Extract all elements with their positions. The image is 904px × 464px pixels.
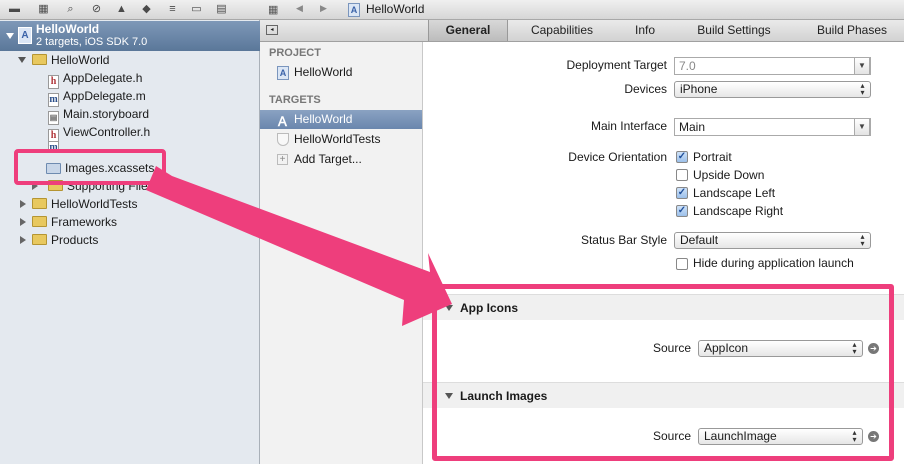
annotation-arrow bbox=[146, 166, 452, 326]
pink-arrow-icon bbox=[146, 166, 452, 326]
